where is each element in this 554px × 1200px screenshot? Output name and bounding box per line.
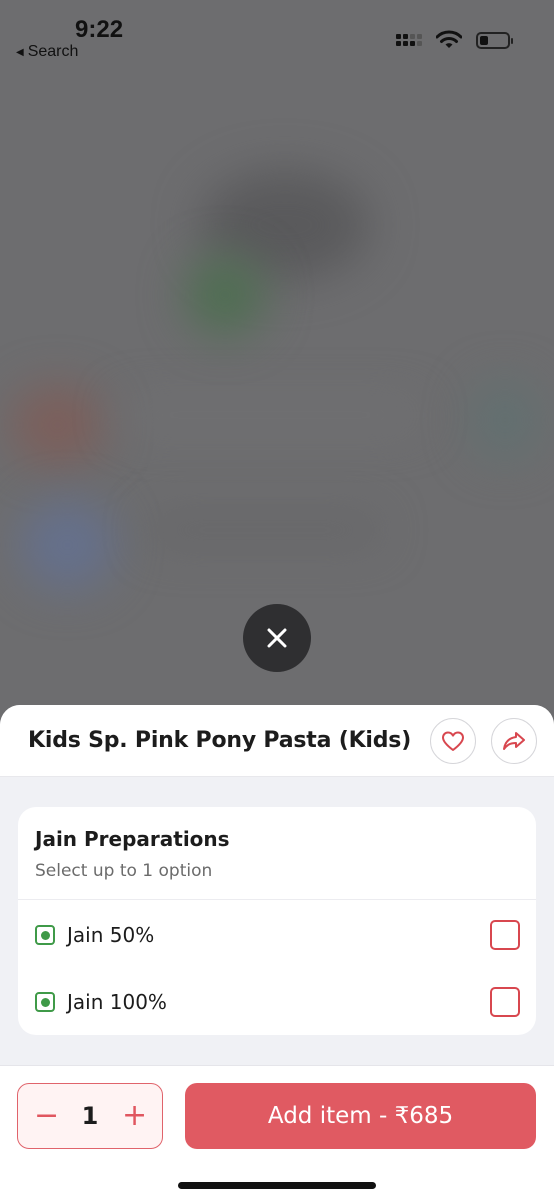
home-indicator[interactable] [178,1182,376,1189]
blurred-shape [470,380,540,460]
back-triangle-icon: ◀ [16,46,24,58]
heart-icon [442,731,464,751]
decrement-button[interactable]: − [34,1101,59,1131]
battery-icon [476,31,513,49]
status-icons [396,30,513,50]
veg-indicator-icon [35,992,55,1012]
quantity-value: 1 [81,1102,99,1130]
blurred-shape [185,255,265,335]
close-icon [267,628,287,648]
options-card: Jain Preparations Select up to 1 option … [18,807,536,1035]
share-icon [503,731,525,750]
bottom-action-bar: − 1 + Add item - ₹685 [0,1065,554,1200]
option-group-subtitle: Select up to 1 option [35,861,213,881]
blurred-shape [10,385,105,465]
option-group-title: Jain Preparations [35,827,230,851]
item-title: Kids Sp. Pink Pony Pasta (Kids) [28,728,412,753]
option-checkbox[interactable] [490,920,520,950]
status-bar: 9:22 ◀ Search [0,0,554,70]
blurred-shape [120,400,420,430]
back-to-search-link[interactable]: ◀ Search [16,43,78,61]
cellular-signal-icon [396,34,422,46]
back-label: Search [27,43,79,60]
blurred-shape [150,515,380,545]
option-checkbox[interactable] [490,987,520,1017]
sheet-header: Kids Sp. Pink Pony Pasta (Kids) [0,705,554,777]
battery-fill [480,35,488,45]
wifi-icon [436,30,462,48]
favorite-button[interactable] [430,717,476,764]
add-item-button[interactable]: Add item - ₹685 [185,1083,536,1149]
veg-indicator-icon [35,925,55,945]
increment-button[interactable]: + [122,1101,147,1131]
item-detail-sheet: Kids Sp. Pink Pony Pasta (Kids) Jain Pre… [0,705,554,1200]
option-row[interactable]: Jain 100% [18,977,536,1027]
close-button[interactable] [243,604,311,672]
blurred-shape [20,500,115,590]
status-time: 9:22 [75,16,124,43]
divider [18,899,536,900]
share-button[interactable] [491,717,537,764]
option-row[interactable]: Jain 50% [18,910,536,960]
quantity-stepper: − 1 + [17,1083,163,1149]
option-label: Jain 100% [67,990,167,1014]
option-label: Jain 50% [67,923,155,947]
